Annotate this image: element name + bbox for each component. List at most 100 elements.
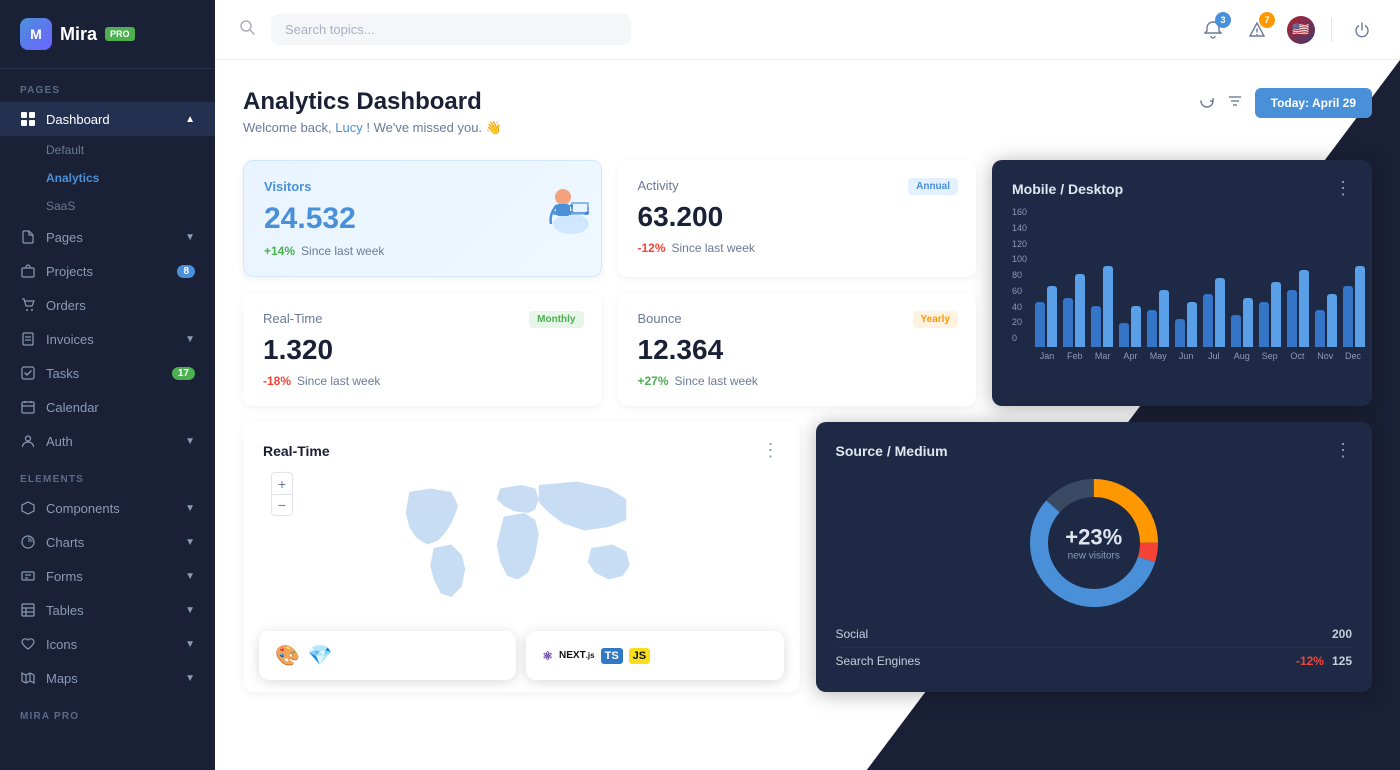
sidebar-item-label: Orders <box>46 298 195 313</box>
map-menu-icon[interactable]: ⋮ <box>762 440 780 461</box>
bar-light-Mar <box>1103 266 1113 347</box>
bar-light-Jul <box>1215 278 1225 347</box>
sidebar-item-forms[interactable]: Forms ▼ <box>0 559 215 593</box>
source-search-change: -12% <box>1296 654 1324 668</box>
bounce-change: +27% <box>638 374 669 388</box>
y-axis-labels: 020406080100120140160 <box>1012 207 1031 347</box>
table-icon <box>20 602 36 618</box>
sidebar-item-label: Tasks <box>46 366 162 381</box>
page-title: Analytics Dashboard <box>243 88 502 116</box>
x-label-Mar: Mar <box>1091 351 1115 361</box>
sidebar-item-label: Dashboard <box>46 112 175 127</box>
visitors-card: Visitors <box>243 160 602 277</box>
activity-value: 63.200 <box>638 201 957 233</box>
donut-percent: +23% <box>1065 525 1122 551</box>
sidebar-item-label: Pages <box>46 230 175 245</box>
sidebar-subitem-saas[interactable]: SaaS <box>0 192 215 220</box>
bar-light-Jun <box>1187 302 1197 347</box>
sidebar-item-charts[interactable]: Charts ▼ <box>0 525 215 559</box>
source-medium-title: Source / Medium <box>836 443 948 459</box>
sidebar-item-calendar[interactable]: Calendar <box>0 390 215 424</box>
power-button[interactable] <box>1348 16 1376 44</box>
filter-icon[interactable] <box>1227 93 1243 114</box>
sidebar-item-projects[interactable]: Projects 8 <box>0 254 215 288</box>
bar-group-Aug <box>1231 298 1253 347</box>
source-social-value: 200 <box>1332 627 1352 641</box>
alerts-button[interactable]: 7 <box>1243 16 1271 44</box>
x-label-Aug: Aug <box>1230 351 1254 361</box>
chevron-icon: ▲ <box>185 114 195 125</box>
chevron-icon: ▼ <box>185 436 195 447</box>
file-icon <box>20 229 36 245</box>
chevron-icon: ▼ <box>185 673 195 684</box>
nextjs-icon: NEXT.js <box>559 650 595 661</box>
main-content: Search topics... 3 7 🇺🇸 <box>215 0 1400 770</box>
sidebar-item-label: Maps <box>46 671 175 686</box>
bar-dark-May <box>1147 310 1157 347</box>
bar-group-Nov <box>1315 294 1337 347</box>
refresh-icon[interactable] <box>1199 93 1215 114</box>
activity-footer: -12% Since last week <box>638 241 957 255</box>
sidebar-item-auth[interactable]: Auth ▼ <box>0 424 215 458</box>
source-list: Social 200 Search Engines -12% 125 <box>836 621 1353 674</box>
sidebar-item-label: Projects <box>46 264 167 279</box>
bar-chart-area: JanFebMarAprMayJunJulAugSepOctNovDec <box>1035 207 1365 361</box>
source-row-social: Social 200 <box>836 621 1353 647</box>
bar-group-May <box>1147 290 1169 347</box>
bar-light-Feb <box>1075 274 1085 347</box>
chevron-icon: ▼ <box>185 605 195 616</box>
x-label-Feb: Feb <box>1063 351 1087 361</box>
x-label-Dec: Dec <box>1341 351 1365 361</box>
briefcase-icon <box>20 263 36 279</box>
language-selector[interactable]: 🇺🇸 <box>1287 16 1315 44</box>
bar-light-May <box>1159 290 1169 347</box>
sidebar-item-maps[interactable]: Maps ▼ <box>0 661 215 695</box>
sidebar-item-label: Components <box>46 501 175 516</box>
sidebar-item-tasks[interactable]: Tasks 17 <box>0 356 215 390</box>
chevron-icon: ▼ <box>185 639 195 650</box>
dark-bar-chart <box>1035 207 1365 347</box>
notifications-badge: 3 <box>1215 12 1231 28</box>
bar-group-Jun <box>1175 302 1197 347</box>
notifications-button[interactable]: 3 <box>1199 16 1227 44</box>
bar-dark-Jan <box>1035 302 1045 347</box>
sidebar-item-icons[interactable]: Icons ▼ <box>0 627 215 661</box>
sidebar-item-orders[interactable]: Orders <box>0 288 215 322</box>
source-card-header: Source / Medium ⋮ <box>836 440 1353 461</box>
sidebar-subitem-default[interactable]: Default <box>0 136 215 164</box>
bar-dark-Aug <box>1231 315 1241 348</box>
sidebar-item-pages[interactable]: Pages ▼ <box>0 220 215 254</box>
bar-light-Nov <box>1327 294 1337 347</box>
visitors-since: Since last week <box>301 244 384 258</box>
page-actions: Today: April 29 <box>1199 88 1372 118</box>
topbar: Search topics... 3 7 🇺🇸 <box>215 0 1400 60</box>
bar-dark-Nov <box>1315 310 1325 347</box>
x-label-Jan: Jan <box>1035 351 1059 361</box>
sidebar-subitem-analytics[interactable]: Analytics <box>0 164 215 192</box>
map-title: Real-Time <box>263 443 330 459</box>
donut-chart: +23% new visitors <box>1024 473 1164 613</box>
donut-label: new visitors <box>1065 551 1122 562</box>
x-label-Oct: Oct <box>1285 351 1309 361</box>
chart-menu-icon[interactable]: ⋮ <box>1334 178 1352 199</box>
sidebar-item-dashboard[interactable]: Dashboard ▲ <box>0 102 215 136</box>
grid-icon <box>20 111 36 127</box>
content-area: Analytics Dashboard Welcome back, Lucy !… <box>215 60 1400 770</box>
donut-center: +23% new visitors <box>1065 525 1122 562</box>
bar-dark-Jul <box>1203 294 1213 347</box>
x-label-May: May <box>1146 351 1170 361</box>
sidebar-item-label: Tables <box>46 603 175 618</box>
app-name: Mira <box>60 24 97 45</box>
sidebar-item-components[interactable]: Components ▼ <box>0 491 215 525</box>
bottom-grid: Real-Time ⋮ + − <box>243 422 1372 692</box>
search-box[interactable]: Search topics... <box>271 14 631 45</box>
sidebar-item-label: Forms <box>46 569 175 584</box>
date-button[interactable]: Today: April 29 <box>1255 88 1372 118</box>
source-menu-icon[interactable]: ⋮ <box>1334 440 1352 461</box>
source-search-name: Search Engines <box>836 654 921 668</box>
alerts-badge: 7 <box>1259 12 1275 28</box>
chevron-icon: ▼ <box>185 334 195 345</box>
x-axis-labels: JanFebMarAprMayJunJulAugSepOctNovDec <box>1035 351 1365 361</box>
sidebar-item-tables[interactable]: Tables ▼ <box>0 593 215 627</box>
sidebar-item-invoices[interactable]: Invoices ▼ <box>0 322 215 356</box>
